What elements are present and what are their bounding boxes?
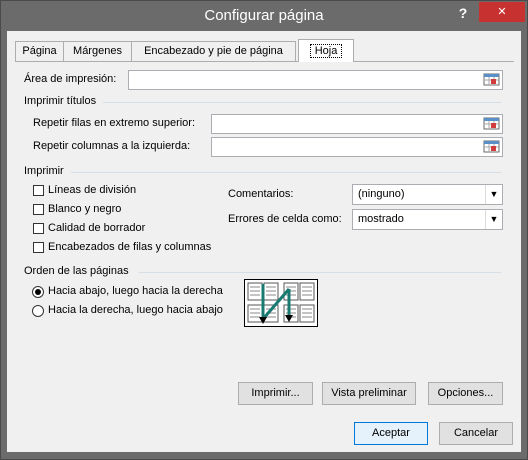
cell-errors-select[interactable]: mostrado ▼ <box>352 209 503 230</box>
comments-select[interactable]: (ninguno) ▼ <box>352 184 503 205</box>
sheet-panel: Área de impresión: Imprimir títulos Repe… <box>15 61 514 407</box>
tab-margenes[interactable]: Márgenes <box>63 41 132 61</box>
cell-errors-label: Errores de celda como: <box>228 213 342 225</box>
black-white-label[interactable]: Blanco y negro <box>48 203 121 215</box>
title-bar: Configurar página ? ✕ <box>1 1 527 31</box>
print-preview-button[interactable]: Vista preliminar <box>322 382 416 405</box>
black-white-checkbox[interactable] <box>33 204 44 215</box>
cell-errors-value: mostrado <box>358 213 404 225</box>
page-order-heading: Orden de las páginas <box>24 265 129 277</box>
print-button[interactable]: Imprimir... <box>238 382 313 405</box>
options-button[interactable]: Opciones... <box>428 382 503 405</box>
collapse-dialog-icon[interactable] <box>483 116 501 132</box>
tab-label: Márgenes <box>73 45 122 57</box>
divider <box>103 102 501 103</box>
draft-quality-checkbox[interactable] <box>33 223 44 234</box>
tab-encabezado[interactable]: Encabezado y pie de página <box>131 41 296 61</box>
chevron-down-icon[interactable]: ▼ <box>485 185 502 204</box>
down-then-over-radio[interactable] <box>32 286 44 298</box>
gridlines-checkbox[interactable] <box>33 185 44 196</box>
rows-repeat-input[interactable] <box>211 114 503 134</box>
page-order-diagram-icon <box>244 279 318 327</box>
divider <box>71 172 501 173</box>
accept-button[interactable]: Aceptar <box>354 422 428 445</box>
print-area-label: Área de impresión: <box>24 73 117 85</box>
draft-quality-label[interactable]: Calidad de borrador <box>48 222 145 234</box>
row-col-headings-label[interactable]: Encabezados de filas y columnas <box>48 241 211 253</box>
down-then-over-label[interactable]: Hacia abajo, luego hacia la derecha <box>48 285 223 297</box>
cols-repeat-label: Repetir columnas a la izquierda: <box>33 140 191 152</box>
row-col-headings-checkbox[interactable] <box>33 242 44 253</box>
print-area-input[interactable] <box>128 70 503 90</box>
print-heading: Imprimir <box>24 165 64 177</box>
comments-value: (ninguno) <box>358 188 405 200</box>
collapse-dialog-icon[interactable] <box>483 72 501 88</box>
rows-repeat-label: Repetir filas en extremo superior: <box>33 117 196 129</box>
gridlines-label[interactable]: Líneas de división <box>48 184 136 196</box>
divider <box>139 272 501 273</box>
tab-label: Hoja <box>309 44 343 58</box>
cancel-button[interactable]: Cancelar <box>439 422 513 445</box>
chevron-down-icon[interactable]: ▼ <box>485 210 502 229</box>
comments-label: Comentarios: <box>228 188 294 200</box>
dialog-body: Página Márgenes Encabezado y pie de pági… <box>7 31 521 452</box>
help-button[interactable]: ? <box>449 3 477 25</box>
print-titles-heading: Imprimir títulos <box>24 95 97 107</box>
tab-pagina[interactable]: Página <box>15 41 64 61</box>
cols-repeat-input[interactable] <box>211 137 503 157</box>
collapse-dialog-icon[interactable] <box>483 139 501 155</box>
tab-label: Página <box>22 45 57 57</box>
tab-hoja[interactable]: Hoja <box>298 39 354 62</box>
tab-label: Encabezado y pie de página <box>144 45 283 57</box>
over-then-down-radio[interactable] <box>32 305 44 317</box>
close-button[interactable]: ✕ <box>479 2 525 22</box>
over-then-down-label[interactable]: Hacia la derecha, luego hacia abajo <box>48 304 223 316</box>
